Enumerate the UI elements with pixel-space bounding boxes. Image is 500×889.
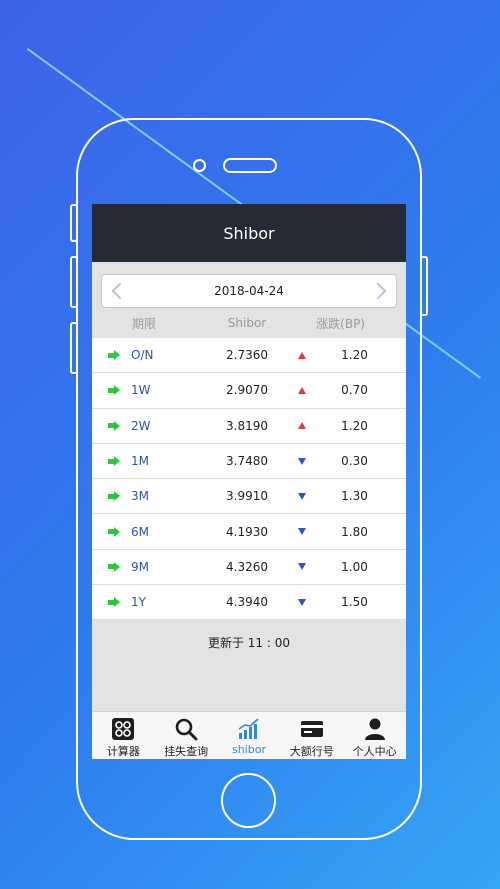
- date-selector: 2018-04-24: [101, 274, 397, 308]
- table-row[interactable]: O/N 2.7360 1.20: [92, 338, 406, 374]
- prev-date-icon[interactable]: [111, 282, 129, 300]
- right-arrow-icon: [108, 350, 120, 361]
- rate-table: O/N 2.7360 1.20 1W 2.9070 0.70 2W 3.8190…: [92, 338, 406, 621]
- speaker-icon: [223, 158, 277, 173]
- change-value: 1.20: [341, 418, 368, 433]
- right-arrow-icon: [108, 491, 120, 502]
- rate-value: 3.8190: [226, 418, 268, 433]
- tab-lost-query[interactable]: 挂失查询: [155, 712, 218, 759]
- change-value: 1.50: [341, 595, 368, 610]
- tab-bank-codes[interactable]: 大额行号: [280, 712, 343, 759]
- phone-side-button: [70, 204, 78, 242]
- header-term: 期限: [132, 316, 157, 331]
- table-row[interactable]: 3M 3.9910 1.30: [92, 479, 406, 515]
- table-header: 期限 Shibor 涨跌(BP): [92, 308, 406, 338]
- person-icon: [364, 718, 385, 740]
- table-row[interactable]: 1Y 4.3940 1.50: [92, 585, 406, 621]
- header-rate: Shibor: [227, 316, 267, 330]
- change-value: 0.30: [341, 454, 368, 469]
- down-triangle-icon: [298, 598, 306, 606]
- right-arrow-icon: [108, 456, 120, 467]
- up-triangle-icon: [298, 422, 306, 430]
- rate-value: 3.7480: [226, 454, 268, 469]
- phone-side-button: [420, 256, 428, 316]
- down-triangle-icon: [298, 492, 306, 500]
- title-bar: Shibor: [92, 204, 406, 262]
- search-icon: [175, 718, 198, 741]
- change-value: 1.20: [341, 348, 368, 363]
- rate-value: 3.9910: [226, 489, 268, 504]
- phone-side-button: [70, 256, 78, 308]
- down-triangle-icon: [298, 457, 306, 465]
- tab-shibor[interactable]: shibor: [218, 712, 281, 759]
- table-row[interactable]: 1W 2.9070 0.70: [92, 373, 406, 409]
- phone-side-button: [70, 322, 78, 374]
- rate-value: 2.9070: [226, 383, 268, 398]
- up-triangle-icon: [298, 386, 306, 394]
- camera-icon: [193, 159, 206, 172]
- tab-bar: 计算器 挂失查询 shibor 大额行号 个人中心: [92, 711, 406, 759]
- calculator-icon: [112, 718, 135, 740]
- rate-value: 4.1930: [226, 524, 268, 539]
- app-screen: Shibor 2018-04-24 期限 Shibor 涨跌(BP) O/N 2…: [92, 204, 406, 759]
- tab-calculator[interactable]: 计算器: [92, 712, 155, 759]
- right-arrow-icon: [108, 420, 120, 431]
- date-label: 2018-04-24: [214, 284, 284, 298]
- term-label: 1W: [131, 383, 151, 398]
- term-label: 3M: [131, 489, 149, 504]
- rate-value: 4.3940: [226, 595, 268, 610]
- up-triangle-icon: [298, 351, 306, 359]
- rate-value: 2.7360: [226, 348, 268, 363]
- chart-icon: [238, 718, 259, 739]
- table-row[interactable]: 9M 4.3260 1.00: [92, 550, 406, 586]
- right-arrow-icon: [108, 385, 120, 396]
- rate-value: 4.3260: [226, 559, 268, 574]
- table-row[interactable]: 6M 4.1930 1.80: [92, 514, 406, 550]
- term-label: O/N: [131, 348, 154, 363]
- term-label: 9M: [131, 559, 149, 574]
- term-label: 2W: [131, 418, 151, 433]
- card-icon: [300, 721, 323, 737]
- update-time: 更新于 11 : 00: [207, 636, 291, 651]
- change-value: 0.70: [341, 383, 368, 398]
- down-triangle-icon: [298, 528, 306, 536]
- table-row[interactable]: 1M 3.7480 0.30: [92, 444, 406, 480]
- term-label: 1M: [131, 454, 149, 469]
- right-arrow-icon: [108, 561, 120, 572]
- table-row[interactable]: 2W 3.8190 1.20: [92, 409, 406, 444]
- term-label: 6M: [131, 524, 149, 539]
- right-arrow-icon: [108, 597, 120, 608]
- change-value: 1.30: [341, 489, 368, 504]
- page-title: Shibor: [223, 223, 275, 243]
- header-change: 涨跌(BP): [316, 316, 365, 331]
- next-date-icon[interactable]: [369, 282, 387, 300]
- right-arrow-icon: [108, 526, 120, 537]
- home-button: [221, 773, 276, 828]
- tab-profile[interactable]: 个人中心: [343, 712, 406, 759]
- down-triangle-icon: [298, 563, 306, 571]
- term-label: 1Y: [131, 595, 146, 610]
- change-value: 1.00: [341, 559, 368, 574]
- change-value: 1.80: [341, 524, 368, 539]
